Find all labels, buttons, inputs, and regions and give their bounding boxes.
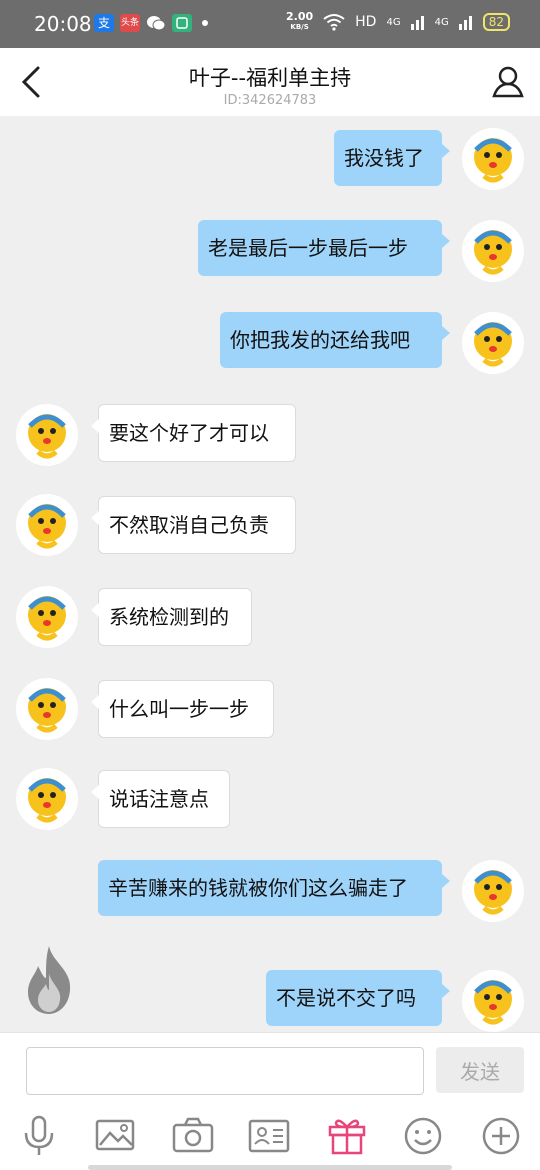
message-bubble-incoming[interactable]: 什么叫一步一步 — [91, 680, 274, 738]
contact-profile-button[interactable] — [488, 62, 528, 102]
mascot-avatar-icon — [28, 596, 66, 641]
avatar[interactable] — [16, 586, 78, 648]
message-bubble-incoming[interactable]: 说话注意点 — [91, 770, 230, 828]
message-bubble-outgoing[interactable]: 你把我发的还给我吧 — [220, 312, 450, 368]
gift-icon[interactable] — [324, 1113, 370, 1159]
avatar[interactable] — [462, 128, 524, 190]
net-speed: 2.00 KB/S — [286, 11, 313, 32]
mascot-avatar-icon — [474, 230, 512, 275]
mascot-avatar-icon — [28, 688, 66, 733]
plus-icon[interactable] — [478, 1113, 524, 1159]
microphone-icon[interactable] — [16, 1113, 62, 1159]
avatar[interactable] — [462, 970, 524, 1032]
app-icon — [172, 14, 192, 32]
home-indicator — [88, 1165, 452, 1170]
signal-2-label: 4G — [434, 16, 449, 28]
user-profile-icon — [492, 66, 524, 98]
message-bubble-outgoing[interactable]: 辛苦赚来的钱就被你们这么骗走了 — [98, 860, 450, 916]
mascot-avatar-icon — [474, 870, 512, 915]
toutiao-icon: 头条 — [120, 14, 140, 32]
chat-header: 叶子--福利单主持 ID:342624783 — [0, 48, 540, 116]
fire-icon[interactable] — [22, 944, 76, 1016]
status-bar: 20:08 支 头条 2.00 KB/S HD 4G 4G 82 — [0, 0, 540, 48]
emoji-icon[interactable] — [400, 1113, 446, 1159]
avatar[interactable] — [462, 860, 524, 922]
message-bubble-incoming[interactable]: 要这个好了才可以 — [91, 404, 296, 462]
avatar[interactable] — [16, 404, 78, 466]
status-indicators: 2.00 KB/S HD 4G 4G 82 — [286, 11, 510, 32]
mascot-avatar-icon — [474, 322, 512, 367]
battery-indicator: 82 — [482, 13, 510, 31]
input-toolbar — [0, 1113, 540, 1159]
hd-label: HD — [355, 14, 377, 30]
wechat-icon — [146, 14, 166, 32]
mascot-avatar-icon — [28, 504, 66, 549]
mascot-avatar-icon — [28, 778, 66, 823]
contact-id: ID:342624783 — [223, 93, 317, 108]
message-input[interactable] — [26, 1047, 424, 1095]
signal-icon — [458, 16, 472, 30]
mascot-avatar-icon — [28, 414, 66, 459]
signal-1-label: 4G — [386, 16, 401, 28]
id-card-icon[interactable] — [246, 1113, 292, 1159]
message-bubble-outgoing[interactable]: 我没钱了 — [334, 130, 450, 186]
camera-icon[interactable] — [170, 1113, 216, 1159]
avatar[interactable] — [16, 678, 78, 740]
mascot-avatar-icon — [474, 138, 512, 183]
notification-dot — [202, 20, 208, 26]
signal-icon — [410, 16, 424, 30]
message-bubble-outgoing[interactable]: 不是说不交了吗 — [266, 970, 450, 1026]
avatar[interactable] — [16, 494, 78, 556]
mascot-avatar-icon — [474, 980, 512, 1025]
message-bubble-incoming[interactable]: 系统检测到的 — [91, 588, 252, 646]
status-app-icons: 支 头条 — [94, 14, 208, 32]
avatar[interactable] — [462, 312, 524, 374]
wifi-icon — [323, 14, 345, 31]
avatar[interactable] — [16, 768, 78, 830]
input-bar: 发送 — [0, 1032, 540, 1170]
message-bubble-incoming[interactable]: 不然取消自己负责 — [91, 496, 296, 554]
status-time: 20:08 — [34, 12, 92, 36]
alipay-icon: 支 — [94, 14, 114, 32]
contact-name: 叶子--福利单主持 — [188, 66, 352, 90]
send-button[interactable]: 发送 — [436, 1047, 524, 1093]
image-icon[interactable] — [92, 1113, 138, 1159]
net-speed-unit: KB/S — [290, 23, 309, 31]
message-bubble-outgoing[interactable]: 老是最后一步最后一步 — [198, 220, 450, 276]
avatar[interactable] — [462, 220, 524, 282]
message-list[interactable]: 我没钱了 老是最后一步最后一步 你把我发的还给我吧 要这个好了才可以 不然取消自… — [0, 116, 540, 1032]
